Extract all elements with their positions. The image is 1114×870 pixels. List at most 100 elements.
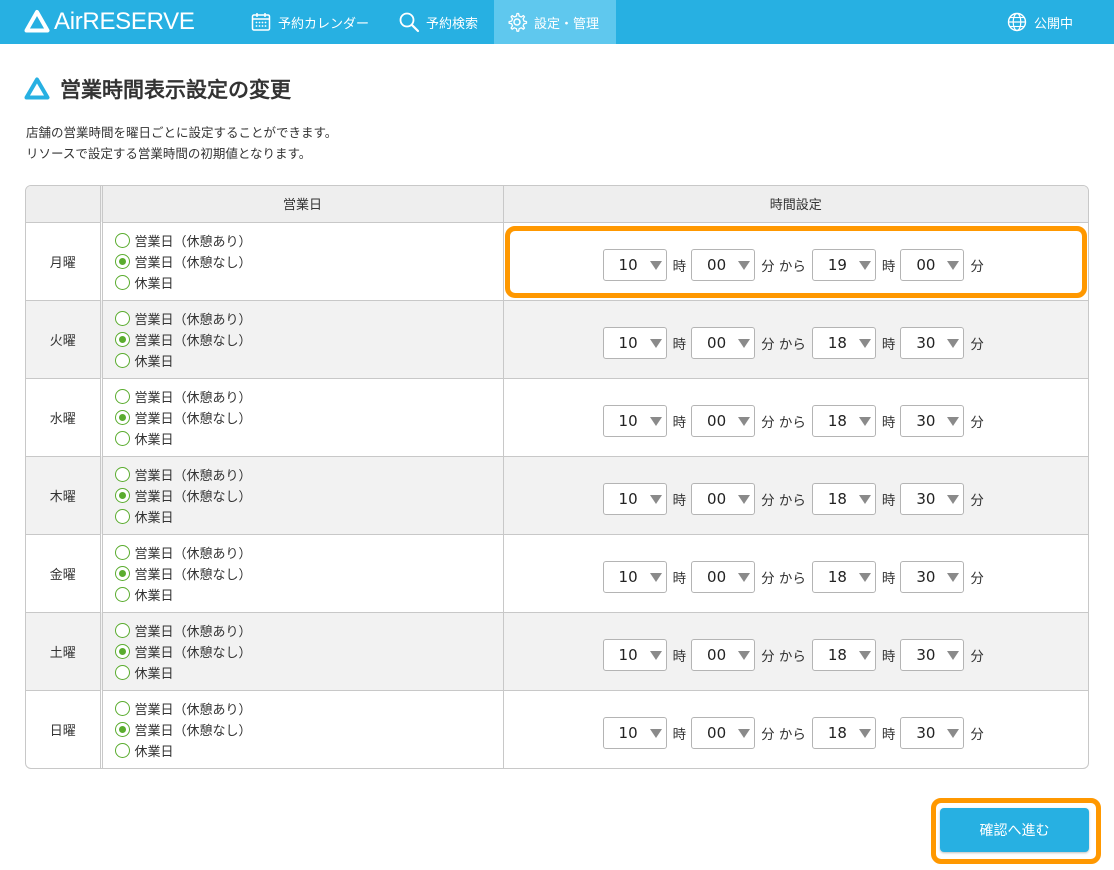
start-minute-select[interactable]: 00 [691,483,756,515]
radio-label: 休業日 [134,354,174,370]
radio-button[interactable] [114,700,130,716]
end-minute-select[interactable]: 30 [900,327,965,359]
nav-reservation-calendar[interactable]: 予約カレンダー [238,0,381,44]
start-minute-select[interactable]: 00 [691,639,756,671]
radio-button[interactable] [114,721,130,737]
radio-button[interactable] [114,664,130,680]
radio-button[interactable] [114,487,130,503]
business-day-radio[interactable]: 営業日（休憩なし） [114,251,503,272]
start-minute-select[interactable]: 00 [691,327,756,359]
select-value: 30 [916,412,936,430]
end-hour-select[interactable]: 18 [811,483,876,515]
end-minute-select[interactable]: 30 [900,717,965,750]
airreserve-logo[interactable]: AirRESERVE [24,9,195,35]
business-day-radio[interactable]: 営業日（休憩あり） [114,542,503,563]
business-day-radio[interactable]: 休業日 [114,428,503,449]
business-day-radio[interactable]: 営業日（休憩なし） [114,485,503,506]
radio-button[interactable] [114,253,130,269]
business-day-radio[interactable]: 営業日（休憩あり） [114,620,503,641]
start-hour-select[interactable]: 10 [602,249,667,281]
business-day-radio[interactable]: 営業日（休憩あり） [114,698,503,719]
nav-public-status[interactable]: 公開中 [994,0,1085,44]
business-day-radio[interactable]: 休業日 [114,272,503,293]
start-hour-select[interactable]: 10 [602,483,667,515]
radio-button[interactable] [114,331,130,347]
dropdown-arrow-icon [943,484,963,514]
start-hour-select[interactable]: 10 [602,561,667,593]
end-hour-select[interactable]: 18 [811,639,876,671]
radio-button[interactable] [114,310,130,326]
radio-button[interactable] [114,622,130,638]
radio-button[interactable] [114,352,130,368]
end-minute-select[interactable]: 30 [900,483,965,515]
end-minute-select[interactable]: 30 [900,639,965,671]
business-day-radio[interactable]: 休業日 [114,740,503,761]
business-day-cell: 営業日（休憩あり） 営業日（休憩なし） 休業日 [101,611,504,690]
nav-reservation-search[interactable]: 予約検索 [386,0,490,44]
header-day [26,186,103,223]
radio-button[interactable] [114,643,130,659]
confirm-button[interactable]: 確認へ進む [940,808,1089,852]
dropdown-arrow-icon [734,718,754,748]
radio-button[interactable] [114,742,130,758]
radio-button[interactable] [114,232,130,248]
end-hour-select[interactable]: 18 [811,405,876,437]
end-hour-select[interactable]: 19 [811,249,876,281]
time-selectors: 10 時 00 分 から 18 時 30 分 [504,561,1089,593]
radio-label: 営業日（休憩あり） [134,468,252,484]
business-day-radio[interactable]: 営業日（休憩なし） [114,563,503,584]
radio-button[interactable] [114,409,130,425]
business-day-radio[interactable]: 休業日 [114,662,503,683]
business-day-radio[interactable]: 休業日 [114,506,503,527]
page-title-text: 営業時間表示設定の変更 [60,78,291,102]
radio-button[interactable] [114,544,130,560]
select-value: 30 [916,568,936,586]
minute-unit: 分 [970,337,984,353]
business-day-radio[interactable]: 営業日（休憩あり） [114,308,503,329]
start-minute-select[interactable]: 00 [691,717,756,750]
time-selectors: 10 時 00 分 から 18 時 30 分 [504,327,1089,359]
select-value: 30 [916,334,936,352]
end-hour-select[interactable]: 18 [811,327,876,359]
dropdown-arrow-icon [646,562,666,592]
nav-settings-management[interactable]: 設定・管理 [494,0,616,44]
business-day-cell: 営業日（休憩あり） 営業日（休憩なし） 休業日 [101,222,504,300]
table-row: 土曜 営業日（休憩あり） 営業日（休憩なし） 休業日 10 時 00 分 から 18 時 30 分 [26,611,1088,690]
end-hour-select[interactable]: 18 [811,717,876,750]
business-day-radio[interactable]: 休業日 [114,584,503,605]
nav-label: 設定・管理 [534,16,600,32]
business-day-radio[interactable]: 営業日（休憩あり） [114,230,503,251]
business-day-radio[interactable]: 営業日（休憩あり） [114,386,503,407]
business-day-radio[interactable]: 営業日（休憩あり） [114,464,503,485]
business-day-radio[interactable]: 営業日（休憩なし） [114,329,503,350]
radio-button[interactable] [114,565,130,581]
end-hour-select[interactable]: 18 [811,561,876,593]
radio-button[interactable] [114,274,130,290]
day-cell: 金曜 [26,533,103,612]
time-selectors: 10 時 00 分 から 18 時 30 分 [504,405,1089,437]
radio-button[interactable] [114,430,130,446]
business-day-radio[interactable]: 休業日 [114,350,503,371]
start-minute-select[interactable]: 00 [691,249,756,281]
radio-button[interactable] [114,388,130,404]
start-hour-select[interactable]: 10 [602,717,667,750]
header-business-day: 営業日 [101,186,504,223]
start-hour-select[interactable]: 10 [602,405,667,437]
start-hour-select[interactable]: 10 [602,639,667,671]
business-day-radio[interactable]: 営業日（休憩なし） [114,641,503,662]
end-minute-select[interactable]: 30 [900,405,965,437]
end-minute-select[interactable]: 30 [900,561,965,593]
business-day-radio[interactable]: 営業日（休憩なし） [114,407,503,428]
hour-unit: 時 [881,493,896,509]
select-value: 18 [827,724,847,743]
end-minute-select[interactable]: 00 [900,249,965,281]
day-cell: 火曜 [26,299,103,378]
business-day-radio[interactable]: 営業日（休憩なし） [114,719,503,740]
start-minute-select[interactable]: 00 [691,561,756,593]
radio-button[interactable] [114,586,130,602]
radio-button[interactable] [114,466,130,482]
minute-unit: 分 [970,727,984,744]
radio-button[interactable] [114,508,130,524]
start-minute-select[interactable]: 00 [691,405,756,437]
start-hour-select[interactable]: 10 [602,327,667,359]
